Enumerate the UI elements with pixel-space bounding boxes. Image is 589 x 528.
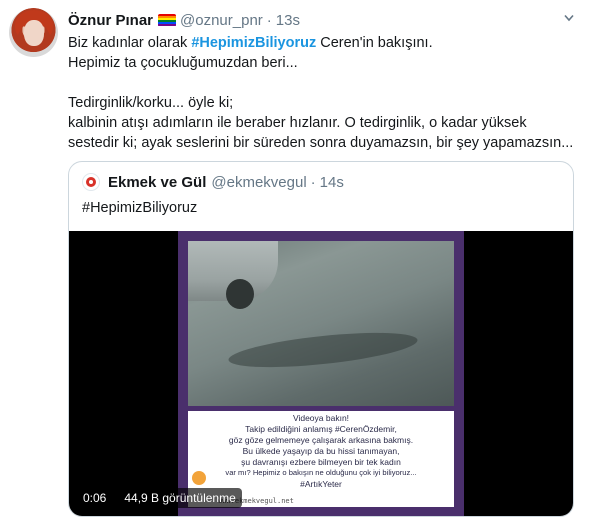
tweet-line: Tedirginlik/korku... öyle ki;	[68, 95, 234, 111]
avatar[interactable]	[9, 8, 58, 57]
rainbow-flag-icon	[158, 13, 177, 27]
separator-dot: ·	[266, 11, 272, 29]
video-player[interactable]: Videoya bakın! Takip edildiğini anlamış …	[69, 231, 573, 516]
tweet-text: Biz kadınlar olarak #HepimizBiliyoruz Ce…	[68, 33, 573, 153]
tweet-timestamp[interactable]: 13s	[276, 12, 300, 29]
caption-line: var mı? Hepimiz o bakışın ne olduğunu ço…	[225, 468, 417, 477]
quoted-tweet-header: Ekmek ve Gül @ekmekvegul · 14s	[82, 172, 344, 192]
video-controls: 0:06 44,9 B görüntülenme	[77, 487, 248, 509]
video-elapsed-time: 0:06	[77, 488, 113, 508]
chevron-down-icon[interactable]	[564, 14, 574, 22]
display-name[interactable]: Öznur Pınar	[68, 12, 153, 29]
video-frame: Videoya bakın! Takip edildiğini anlamış …	[178, 231, 464, 516]
caption-line: Bu ülkede yaşayıp da bu hissi tanımayan,	[242, 446, 400, 456]
video-still-image	[188, 241, 454, 406]
quoted-user-handle[interactable]: @ekmekvegul	[211, 174, 306, 191]
tweet[interactable]: Öznur Pınar @oznur_pnr · 13s Biz kadınla…	[0, 0, 589, 528]
caption-line: göz göze gelmemeye çalışarak arkasına ba…	[228, 435, 414, 445]
quoted-display-name[interactable]: Ekmek ve Gül	[108, 174, 206, 191]
tweet-line: Hepimiz ta çocukluğumuzdan beri...	[68, 55, 298, 71]
tweet-header: Öznur Pınar @oznur_pnr · 13s	[68, 10, 300, 30]
tweet-line: kalbinin atışı adımların ile beraber hız…	[68, 115, 527, 131]
caption-line: şu davranışı ezbere bilmeyen bir tek kad…	[241, 457, 401, 467]
quoted-timestamp[interactable]: 14s	[320, 174, 344, 191]
quoted-tweet-text: #HepimizBiliyoruz	[82, 200, 198, 216]
separator-dot: ·	[310, 173, 316, 191]
tweet-line: sestedir ki; ayak seslerini bir süreden …	[68, 135, 574, 151]
quoted-avatar[interactable]	[82, 173, 100, 191]
tweet-line: Biz kadınlar olarak #HepimizBiliyoruz Ce…	[68, 35, 433, 51]
emoji-icon	[192, 471, 206, 485]
user-handle[interactable]: @oznur_pnr	[180, 12, 263, 29]
caption-line: Takip edildiğini anlamış #CerenÖzdemir,	[245, 424, 397, 434]
caption-line: Videoya bakın!	[292, 413, 350, 423]
video-view-count: 44,9 B görüntülenme	[118, 488, 242, 508]
tweet-line	[68, 73, 573, 93]
quoted-tweet[interactable]: Ekmek ve Gül @ekmekvegul · 14s #HepimizB…	[68, 161, 574, 517]
hashtag-link[interactable]: #HepimizBiliyoruz	[191, 35, 316, 51]
